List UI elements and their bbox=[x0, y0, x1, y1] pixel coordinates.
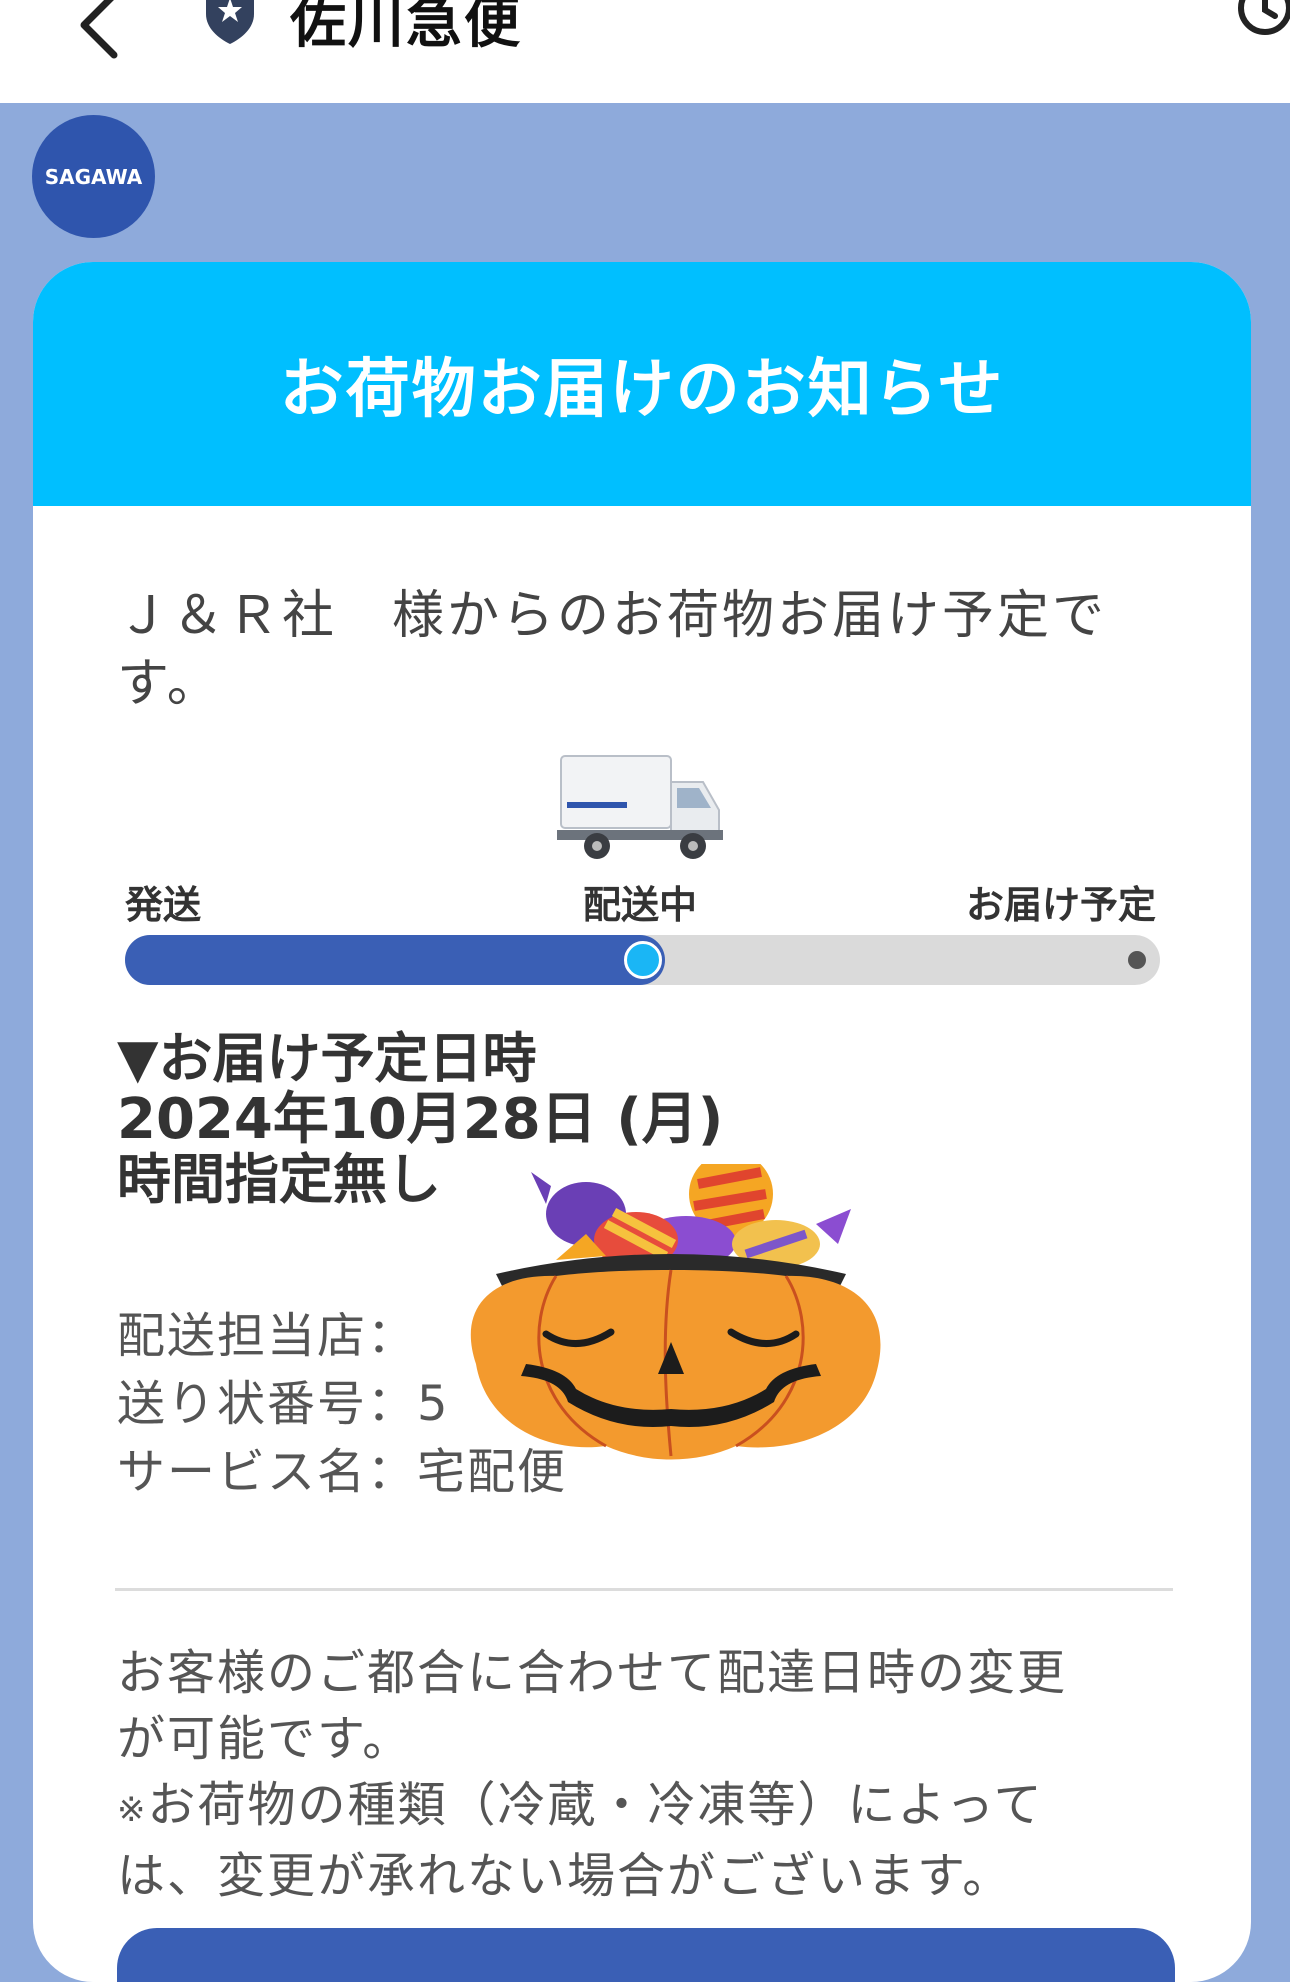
avatar-label: SAGAWA bbox=[44, 164, 143, 189]
chat-header: 佐川急便 bbox=[0, 0, 1290, 103]
intro-text: Ｊ＆Ｒ社 様からのお荷物お届け予定で す。 bbox=[117, 582, 1177, 718]
info-label: 送り状番号： bbox=[117, 1376, 418, 1432]
delivery-date: 2024年10月28日 (月) bbox=[117, 1087, 724, 1152]
notice-line-1: お客様のご都合に合わせて配達日時の変更 bbox=[117, 1645, 1068, 1701]
delivery-date-heading: ▼お届け予定日時 bbox=[117, 1027, 537, 1090]
stage-shipped: 発送 bbox=[125, 883, 202, 927]
stage-scheduled: お届け予定 bbox=[965, 883, 1156, 927]
info-label: 配送担当店： bbox=[117, 1308, 418, 1364]
clock-icon[interactable] bbox=[1235, 0, 1290, 38]
info-label: サービス名： bbox=[117, 1444, 418, 1500]
notice-line-4: は、変更が承れない場合がございます。 bbox=[117, 1848, 1013, 1904]
chat-title: 佐川急便 bbox=[290, 0, 522, 56]
chevron-left-icon[interactable] bbox=[72, 0, 132, 60]
delivery-truck-icon bbox=[557, 755, 723, 859]
intro-line-2: す。 bbox=[117, 654, 222, 714]
card-header-title: お荷物お届けのお知らせ bbox=[279, 353, 1005, 427]
notice-line-3: ※お荷物の種類（冷蔵・冷凍等）によって bbox=[117, 1772, 1177, 1843]
divider bbox=[115, 1588, 1173, 1591]
notice-line-2: が可能です。 bbox=[117, 1711, 413, 1767]
progress-fill bbox=[125, 935, 665, 985]
notice-mark: ※ bbox=[117, 1790, 148, 1830]
delivery-time: 時間指定無し bbox=[117, 1148, 441, 1211]
change-notice: お客様のご都合に合わせて配達日時の変更 が可能です。 ※お荷物の種類（冷蔵・冷凍… bbox=[117, 1640, 1177, 1909]
halloween-pumpkin-sticker bbox=[470, 1164, 881, 1460]
card-header: お荷物お届けのお知らせ bbox=[33, 262, 1251, 506]
intro-line-1: Ｊ＆Ｒ社 様からのお荷物お届け予定で bbox=[117, 586, 1108, 646]
shield-star-icon bbox=[206, 0, 254, 44]
stage-in-transit: 配送中 bbox=[583, 883, 698, 927]
change-delivery-button[interactable] bbox=[117, 1928, 1175, 1982]
progress-end-dot bbox=[1128, 951, 1146, 969]
progress-current-dot bbox=[624, 941, 662, 979]
delivery-progress-bar bbox=[125, 935, 1160, 985]
notice-line-3-text: お荷物の種類（冷蔵・冷凍等）によって bbox=[147, 1777, 1044, 1833]
avatar[interactable]: SAGAWA bbox=[32, 115, 155, 238]
message-card: お荷物お届けのお知らせ Ｊ＆Ｒ社 様からのお荷物お届け予定で す。 発送 配送中… bbox=[33, 262, 1251, 1982]
